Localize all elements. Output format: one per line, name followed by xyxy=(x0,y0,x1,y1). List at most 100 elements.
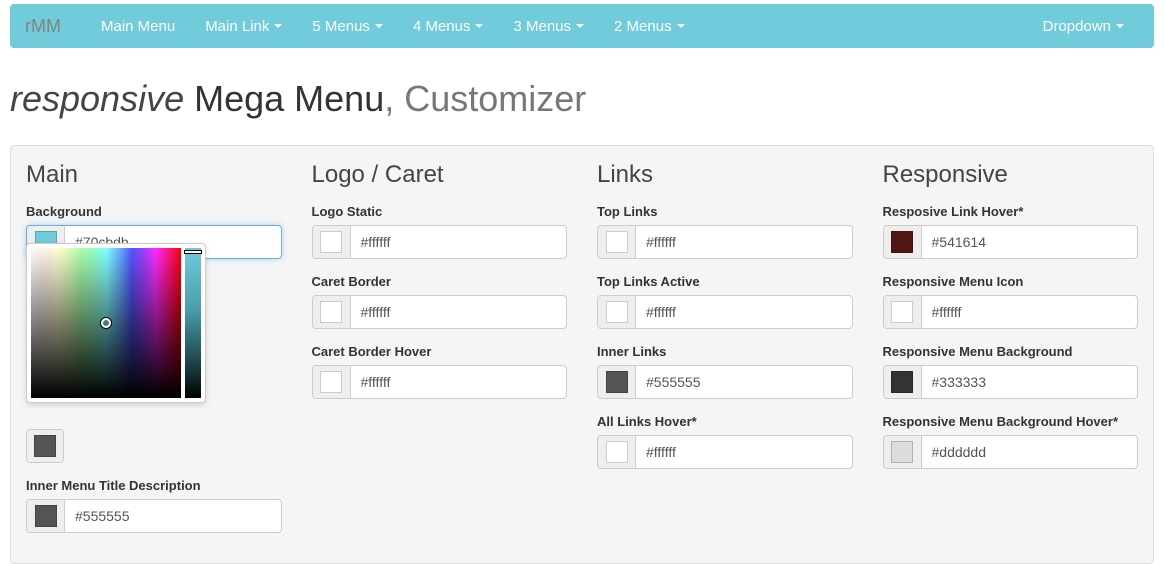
color-input[interactable] xyxy=(351,226,567,258)
color-swatch xyxy=(891,301,913,323)
nav-label: 3 Menus xyxy=(513,18,571,35)
color-input[interactable] xyxy=(922,226,1138,258)
color-input[interactable] xyxy=(65,500,281,532)
field-all-links-hover: All Links Hover* xyxy=(597,414,853,469)
nav-2-menus[interactable]: 2 Menus xyxy=(599,4,700,48)
customizer-panel: Main Background xyxy=(10,145,1154,564)
color-input-group xyxy=(597,435,853,469)
color-swatch xyxy=(606,441,628,463)
swatch-addon[interactable] xyxy=(313,296,351,328)
field-label: Inner Menu Title Description xyxy=(26,478,282,493)
swatch-addon[interactable] xyxy=(27,430,63,462)
color-input[interactable] xyxy=(922,296,1138,328)
nav-3-menus[interactable]: 3 Menus xyxy=(498,4,599,48)
nav-5-menus[interactable]: 5 Menus xyxy=(297,4,398,48)
nav-label: 2 Menus xyxy=(614,18,672,35)
col-heading: Main xyxy=(26,161,282,189)
color-input[interactable] xyxy=(351,366,567,398)
color-input[interactable] xyxy=(636,366,852,398)
color-input-group xyxy=(26,499,282,533)
color-picker-cursor[interactable] xyxy=(101,318,111,328)
swatch-addon[interactable] xyxy=(27,500,65,532)
nav-right: Dropdown xyxy=(1028,4,1139,48)
swatch-addon[interactable] xyxy=(884,366,922,398)
nav-items: Main Menu Main Link 5 Menus 4 Menus 3 Me… xyxy=(86,4,1028,48)
swatch-addon[interactable] xyxy=(884,226,922,258)
nav-label: 4 Menus xyxy=(413,18,471,35)
page-title: responsive Mega Menu, Customizer xyxy=(10,78,1154,120)
color-swatch xyxy=(320,371,342,393)
color-input-group xyxy=(883,365,1139,399)
field-responsive-menu-background-hover: Responsive Menu Background Hover* xyxy=(883,414,1139,469)
color-input-group xyxy=(312,365,568,399)
color-picker xyxy=(26,243,206,403)
field-logo-static: Logo Static xyxy=(312,204,568,259)
brand-logo[interactable]: rMM xyxy=(25,16,76,37)
nav-dropdown[interactable]: Dropdown xyxy=(1028,4,1139,48)
color-input-group xyxy=(883,295,1139,329)
color-input[interactable] xyxy=(636,296,852,328)
color-picker-hue-slider[interactable] xyxy=(184,250,202,254)
field-label: Responsive Menu Icon xyxy=(883,274,1139,289)
field-caret-border-hover: Caret Border Hover xyxy=(312,344,568,399)
color-swatch xyxy=(891,231,913,253)
color-input-group xyxy=(883,435,1139,469)
color-input[interactable] xyxy=(636,436,852,468)
swatch-addon[interactable] xyxy=(884,296,922,328)
col-heading: Links xyxy=(597,161,853,189)
swatch-addon[interactable] xyxy=(884,436,922,468)
color-input-group xyxy=(597,225,853,259)
swatch-addon[interactable] xyxy=(313,366,351,398)
col-heading: Logo / Caret xyxy=(312,161,568,189)
navbar: rMM Main Menu Main Link 5 Menus 4 Menus … xyxy=(10,4,1154,48)
chevron-down-icon xyxy=(677,24,685,28)
title-light: , Customizer xyxy=(384,78,586,119)
color-picker-saturation[interactable] xyxy=(31,248,181,398)
col-logo: Logo / Caret Logo Static Caret Border Ca… xyxy=(312,161,568,548)
nav-label: 5 Menus xyxy=(312,18,370,35)
color-input-group xyxy=(312,295,568,329)
color-input[interactable] xyxy=(922,366,1138,398)
color-input-group xyxy=(26,429,64,463)
swatch-addon[interactable] xyxy=(313,226,351,258)
field-label: Inner Links xyxy=(597,344,853,359)
field-caret-border: Caret Border xyxy=(312,274,568,329)
color-input-group xyxy=(883,225,1139,259)
field-responsive-menu-icon: Responsive Menu Icon xyxy=(883,274,1139,329)
nav-main-link[interactable]: Main Link xyxy=(190,4,297,48)
color-swatch xyxy=(606,231,628,253)
chevron-down-icon xyxy=(1116,24,1124,28)
field-inner-menu-title-description: Inner Menu Title Description xyxy=(26,478,282,533)
field-label: All Links Hover* xyxy=(597,414,853,429)
color-input[interactable] xyxy=(636,226,852,258)
swatch-addon[interactable] xyxy=(598,436,636,468)
chevron-down-icon xyxy=(576,24,584,28)
nav-main-menu[interactable]: Main Menu xyxy=(86,4,190,48)
field-label: Logo Static xyxy=(312,204,568,219)
chevron-down-icon xyxy=(375,24,383,28)
swatch-addon[interactable] xyxy=(598,226,636,258)
color-picker-hue[interactable] xyxy=(185,248,201,398)
col-responsive: Responsive Resposive Link Hover* Respons… xyxy=(883,161,1139,548)
field-top-links-active: Top Links Active xyxy=(597,274,853,329)
swatch-addon[interactable] xyxy=(598,296,636,328)
field-label: Resposive Link Hover* xyxy=(883,204,1139,219)
nav-4-menus[interactable]: 4 Menus xyxy=(398,4,499,48)
color-swatch xyxy=(891,371,913,393)
color-input-group xyxy=(597,365,853,399)
swatch-addon[interactable] xyxy=(598,366,636,398)
field-top-links: Top Links xyxy=(597,204,853,259)
field-responsive-link-hover: Resposive Link Hover* xyxy=(883,204,1139,259)
field-label: Top Links xyxy=(597,204,853,219)
col-heading: Responsive xyxy=(883,161,1139,189)
nav-label: Main Link xyxy=(205,18,269,35)
color-input[interactable] xyxy=(922,436,1138,468)
nav-label: Main Menu xyxy=(101,18,175,35)
color-swatch xyxy=(320,301,342,323)
chevron-down-icon xyxy=(274,24,282,28)
col-links: Links Top Links Top Links Active Inner L… xyxy=(597,161,853,548)
color-input-group xyxy=(312,225,568,259)
color-swatch xyxy=(606,301,628,323)
title-em: responsive xyxy=(10,78,184,119)
color-input[interactable] xyxy=(351,296,567,328)
